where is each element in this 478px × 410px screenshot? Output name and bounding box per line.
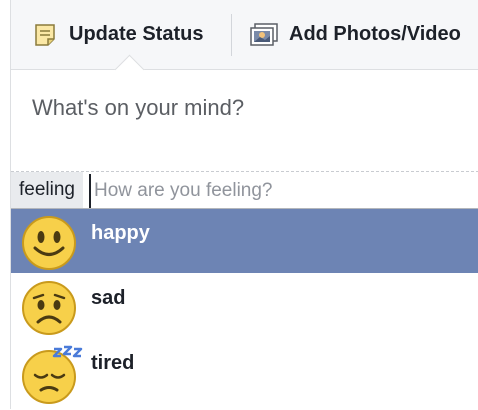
feeling-tag: feeling	[11, 172, 83, 208]
tab-add-photos-label: Add Photos/Video	[289, 23, 461, 45]
status-composer: Update Status Add Photos/Video What's on…	[10, 0, 478, 410]
feeling-dropdown: happy sad tired	[11, 208, 478, 410]
tired-face-icon	[21, 345, 83, 410]
sad-face-icon	[21, 280, 77, 341]
happy-face-icon	[21, 215, 77, 276]
photo-icon	[249, 22, 279, 48]
tab-update-status-label: Update Status	[69, 23, 204, 45]
feeling-option-sad[interactable]: sad	[11, 274, 478, 338]
feeling-row: feeling	[11, 172, 478, 208]
feeling-option-label: tired	[91, 352, 135, 374]
feeling-input[interactable]	[89, 174, 476, 208]
tab-divider	[231, 14, 232, 56]
composer-tab-bar: Update Status Add Photos/Video	[11, 0, 478, 70]
note-icon	[33, 22, 59, 48]
feeling-option-label: sad	[91, 287, 126, 309]
feeling-option-tired[interactable]: tired	[11, 339, 478, 404]
feeling-option-label: happy	[91, 222, 150, 244]
status-textarea[interactable]: What's on your mind?	[32, 95, 244, 121]
tab-add-photos-video[interactable]: Add Photos/Video	[249, 0, 461, 69]
tab-update-status[interactable]: Update Status	[33, 0, 203, 69]
feeling-option-happy[interactable]: happy	[11, 209, 478, 273]
